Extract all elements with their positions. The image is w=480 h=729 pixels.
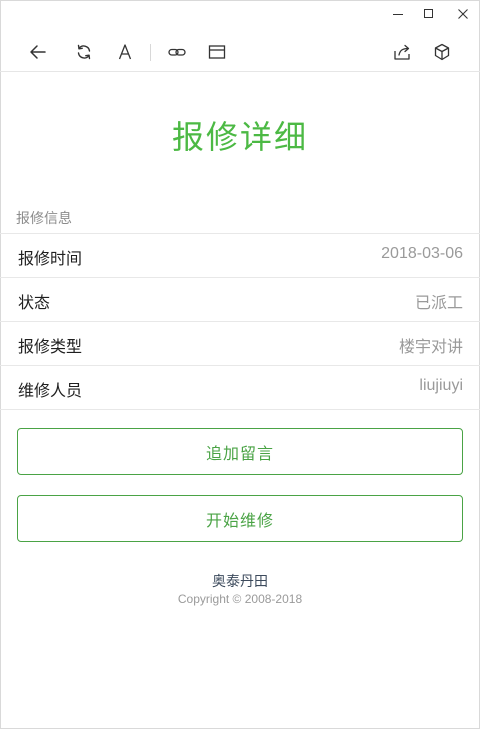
back-arrow-icon[interactable]	[24, 38, 52, 66]
add-message-button[interactable]: 追加留言	[17, 428, 463, 475]
toolbar-separator	[150, 44, 151, 61]
link-icon[interactable]	[163, 38, 191, 66]
info-list: 报修时间 2018-03-06 状态 已派工 报修类型 楼宇对讲 维修人员 li…	[0, 233, 480, 410]
refresh-icon[interactable]	[70, 38, 98, 66]
minimize-icon[interactable]	[381, 0, 415, 28]
info-row-value: liujiuyi	[419, 377, 463, 394]
info-row-repair-time: 报修时间 2018-03-06	[0, 234, 480, 278]
info-row-label: 报修时间	[18, 251, 83, 268]
info-row-value: 已派工	[414, 295, 463, 312]
browser-toolbar	[0, 32, 480, 72]
font-size-icon[interactable]	[111, 38, 139, 66]
info-row-value: 楼宇对讲	[398, 339, 463, 356]
info-row-status: 状态 已派工	[0, 278, 480, 322]
page-title: 报修详细	[171, 118, 308, 156]
cube-icon[interactable]	[428, 38, 456, 66]
footer-company: 奥泰丹田	[212, 573, 268, 589]
maximize-icon[interactable]	[412, 0, 446, 28]
info-row-label: 维修人员	[18, 383, 83, 400]
close-icon[interactable]	[446, 0, 480, 28]
info-row-label: 报修类型	[18, 339, 83, 356]
info-row-technician: 维修人员 liujiuyi	[0, 366, 480, 410]
window-icon[interactable]	[203, 38, 231, 66]
info-row-label: 状态	[18, 295, 51, 312]
share-icon[interactable]	[388, 38, 416, 66]
info-row-repair-type: 报修类型 楼宇对讲	[0, 322, 480, 366]
info-row-value: 2018-03-06	[381, 245, 463, 262]
section-label: 报修信息	[16, 210, 72, 226]
start-repair-button[interactable]: 开始维修	[17, 495, 463, 542]
title-bar	[0, 0, 480, 28]
footer-copyright: Copyright © 2008-2018	[177, 592, 303, 606]
